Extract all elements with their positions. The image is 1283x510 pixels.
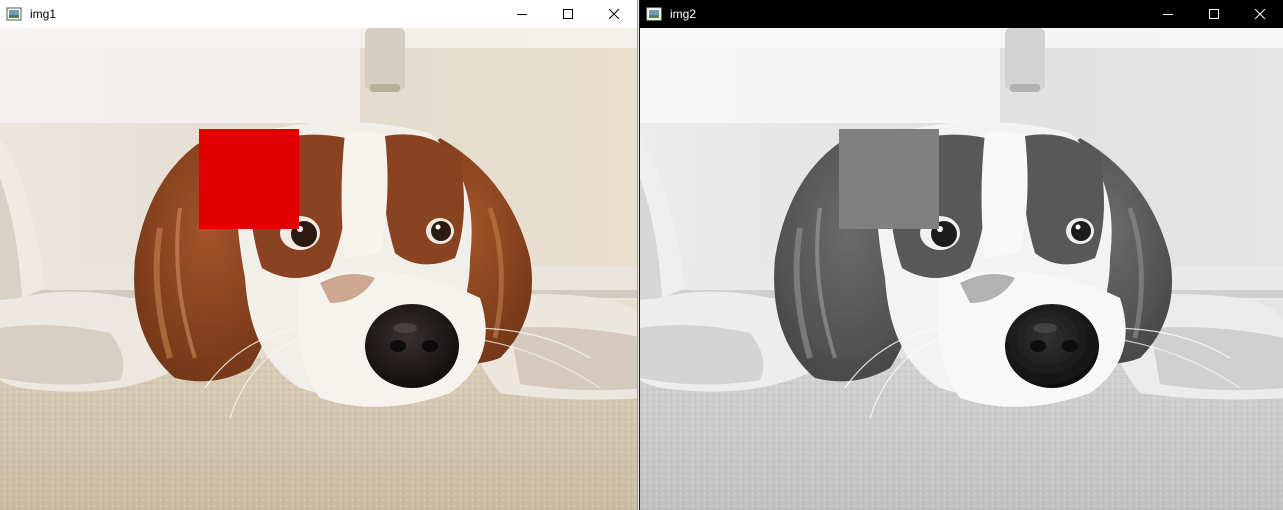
window-title: img2 (670, 7, 697, 21)
image-window-icon (646, 7, 662, 21)
image-window-img2: img2 (639, 0, 1283, 510)
maximize-button[interactable] (1191, 0, 1237, 28)
close-button[interactable] (591, 0, 637, 28)
minimize-icon (1163, 14, 1173, 15)
title-bar[interactable]: img2 (640, 0, 1283, 28)
title-bar[interactable]: img1 (0, 0, 637, 28)
minimize-button[interactable] (1145, 0, 1191, 28)
close-icon (1255, 9, 1265, 19)
dog-photo-grayscale (640, 28, 1283, 510)
close-icon (609, 9, 619, 19)
minimize-button[interactable] (499, 0, 545, 28)
minimize-icon (517, 14, 527, 15)
maximize-button[interactable] (545, 0, 591, 28)
window-title: img1 (30, 7, 57, 21)
image-window-icon (6, 7, 22, 21)
image-canvas (0, 28, 637, 510)
dog-photo-color (0, 28, 637, 510)
gray-square-overlay (839, 129, 939, 229)
window-controls (499, 0, 637, 28)
red-square-overlay (199, 129, 299, 229)
window-controls (1145, 0, 1283, 28)
image-canvas (640, 28, 1283, 510)
close-button[interactable] (1237, 0, 1283, 28)
maximize-icon (1209, 9, 1219, 19)
maximize-icon (563, 9, 573, 19)
image-window-img1: img1 (0, 0, 638, 510)
